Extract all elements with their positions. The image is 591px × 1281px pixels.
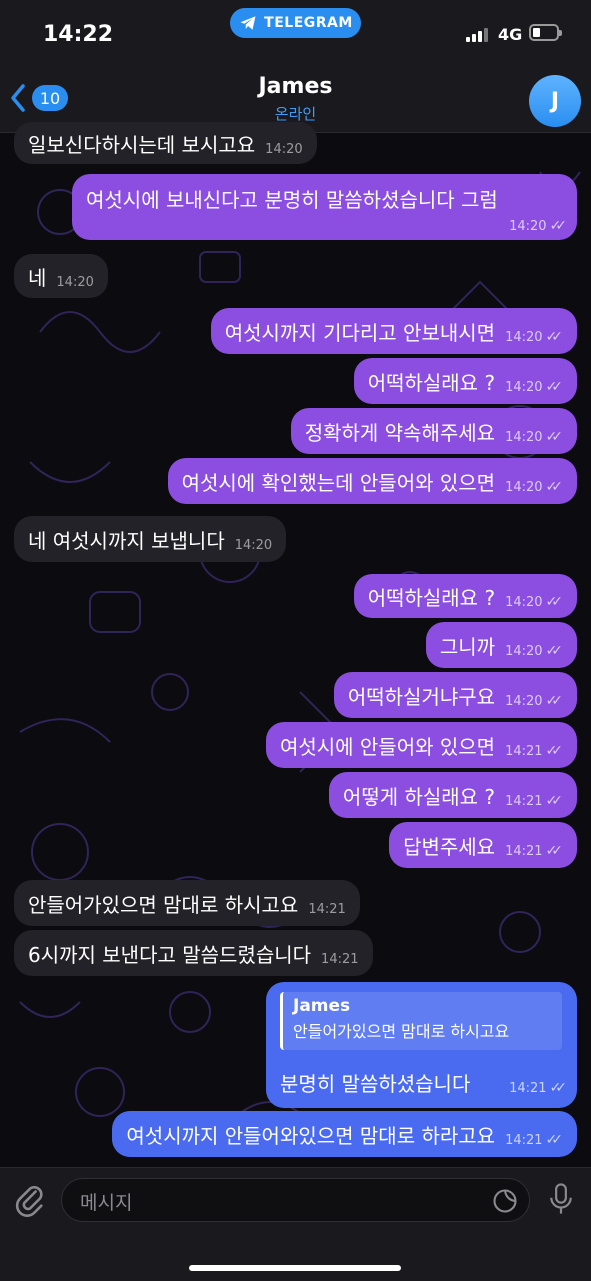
message-time: 14:20 [505,329,543,345]
message-text: 6시까지 보낸다고 말씀드렸습니다 [28,942,312,967]
message-time: 14:21 [505,743,543,759]
network-label: 4G [498,25,523,44]
message-text: 어떻게 하실래요 ? [342,784,496,809]
message-text: 정확하게 약속해주세요 [304,420,496,445]
message-bubble-outgoing[interactable]: 여섯시까지 기다리고 안보내시면 14:20 ✓✓ [210,308,577,354]
message-text: 안들어가있으면 맘대로 하시고요 [28,892,299,917]
read-ticks-icon: ✓✓ [545,329,564,345]
avatar[interactable]: J [529,75,581,127]
read-ticks-icon: ✓✓ [545,693,564,709]
message-bubble-outgoing[interactable]: 어떡하실거냐구요 14:20 ✓✓ [333,672,577,718]
message-text: 답변주세요 [403,834,496,859]
message-text: 여섯시까지 안들어와있으면 맘대로 하라고요 [126,1123,496,1148]
message-time: 14:21 [505,843,543,859]
message-time: 14:21 [509,1080,547,1096]
read-ticks-icon: ✓✓ [545,793,564,809]
read-ticks-icon: ✓✓ [545,479,564,495]
message-bubble-incoming[interactable]: 안들어가있으면 맘대로 하시고요 14:21 [14,880,360,926]
chevron-left-icon [11,84,25,112]
telegram-pill[interactable]: TELEGRAM [230,8,361,38]
message-bubble-outgoing[interactable]: 여섯시까지 안들어와있으면 맘대로 하라고요 14:21 ✓✓ [112,1111,577,1157]
message-time: 14:20 [505,643,543,659]
message-time: 14:21 [321,951,359,967]
status-bar: 14:22 TELEGRAM 4G [0,0,591,70]
battery-icon [529,24,562,41]
message-text: 여섯시에 안들어와 있으면 [279,734,496,759]
message-text: 여섯시에 확인했는데 안들어와 있으면 [181,470,496,495]
message-time: 14:21 [505,1132,543,1148]
message-bubble-incoming[interactable]: 6시까지 보낸다고 말씀드렸습니다 14:21 [14,930,373,976]
message-time: 14:21 [505,793,543,809]
message-time: 14:20 [509,218,547,234]
chat-title[interactable]: James [0,74,591,99]
message-bubble-incoming[interactable]: 일보신다하시는데 보시고요 14:20 [14,122,317,164]
message-time: 14:20 [56,274,94,290]
read-ticks-icon: ✓✓ [549,218,568,234]
chat-status: 온라인 [274,105,317,123]
sticker-icon[interactable] [491,1187,519,1215]
message-text: 어떡하실래요 ? [367,370,496,395]
message-text: 여섯시까지 기다리고 안보내시면 [224,320,496,345]
message-time: 14:20 [505,379,543,395]
message-text: 어떡하실거냐구요 [347,684,496,709]
signal-icon [466,28,488,42]
telegram-pill-label: TELEGRAM [264,15,353,31]
message-bubble-outgoing[interactable]: 여섯시에 안들어와 있으면 14:21 ✓✓ [265,722,577,768]
message-bubble-outgoing[interactable]: 여섯시에 확인했는데 안들어와 있으면 14:20 ✓✓ [167,458,577,504]
message-time: 14:21 [308,901,346,917]
read-ticks-icon: ✓✓ [545,429,564,445]
message-text: 네 [28,265,47,290]
message-bubble-outgoing[interactable]: 답변주세요 14:21 ✓✓ [389,822,577,868]
message-bubble-outgoing[interactable]: 어떡하실래요 ? 14:20 ✓✓ [353,574,577,618]
message-input[interactable]: 메시지 [61,1178,530,1222]
message-bubble-incoming[interactable]: 네 여섯시까지 보냅니다 14:20 [14,516,287,562]
status-time: 14:22 [43,22,114,47]
read-ticks-icon: ✓✓ [545,843,564,859]
reply-quote[interactable]: James 안들어가있으면 맘대로 하시고요 [280,992,562,1050]
microphone-icon[interactable] [548,1182,574,1216]
paperclip-icon[interactable] [13,1183,47,1217]
message-time: 14:20 [505,594,543,610]
message-text: 네 여섯시까지 보냅니다 [28,528,225,553]
message-text: 분명히 말씀하셨습니다 [280,1072,471,1096]
read-ticks-icon: ✓✓ [545,1132,564,1148]
message-time: 14:20 [505,693,543,709]
message-bubble-outgoing[interactable]: 여섯시에 보내신다고 분명히 말씀하셨습니다 그럼 14:20 ✓✓ [72,174,577,240]
message-bubble-reply[interactable]: James 안들어가있으면 맘대로 하시고요 분명히 말씀하셨습니다 14:21… [266,982,577,1108]
read-ticks-icon: ✓✓ [545,743,564,759]
telegram-icon [240,16,256,30]
message-bubble-outgoing[interactable]: 어떡하실래요 ? 14:20 ✓✓ [353,358,577,404]
composer-bar: 메시지 [0,1167,591,1281]
home-indicator [189,1265,401,1271]
message-time: 14:20 [505,479,543,495]
message-bubble-outgoing[interactable]: 그니까 14:20 ✓✓ [425,622,577,668]
message-time: 14:20 [505,429,543,445]
message-text: 일보신다하시는데 보시고요 [28,132,256,157]
message-bubble-incoming[interactable]: 네 14:20 [14,254,108,298]
read-ticks-icon: ✓✓ [545,643,564,659]
message-bubble-outgoing[interactable]: 어떻게 하실래요 ? 14:21 ✓✓ [328,772,577,818]
message-text: 어떡하실래요 ? [367,585,496,610]
unread-count-badge: 10 [32,85,68,111]
message-text: 여섯시에 보내신다고 분명히 말씀하셨습니다 그럼 [86,188,498,212]
message-text: 그니까 [439,634,496,659]
reply-quote-text: 안들어가있으면 맘대로 하시고요 [293,1022,510,1041]
back-button[interactable]: 10 [8,82,68,114]
read-ticks-icon: ✓✓ [549,1080,568,1096]
read-ticks-icon: ✓✓ [545,379,564,395]
reply-quote-author: James [293,996,351,1016]
message-bubble-outgoing[interactable]: 정확하게 약속해주세요 14:20 ✓✓ [290,408,577,454]
message-time: 14:20 [265,141,303,157]
message-input-placeholder: 메시지 [80,1192,133,1214]
read-ticks-icon: ✓✓ [545,594,564,610]
message-time: 14:20 [234,537,273,553]
